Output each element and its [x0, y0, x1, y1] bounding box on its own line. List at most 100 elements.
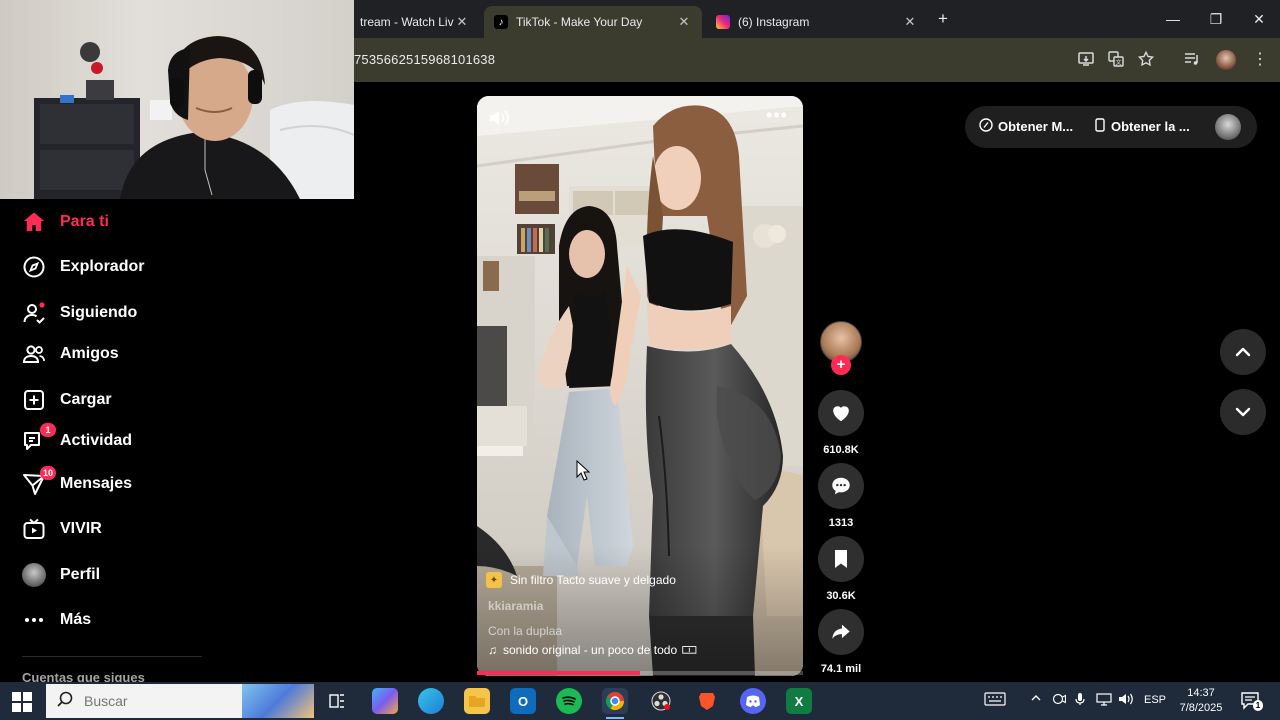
sidebar-item-actividad[interactable]: 1 Actividad: [22, 423, 133, 456]
sidebar-item-mensajes[interactable]: 10 Mensajes: [22, 466, 132, 499]
save-button[interactable]: [818, 536, 864, 582]
excel-icon[interactable]: X: [786, 688, 812, 714]
get-app-label: Obtener la ...: [1111, 119, 1190, 134]
notification-center-icon[interactable]: 1: [1240, 690, 1263, 712]
sidebar-item-para-ti[interactable]: Para ti: [22, 207, 109, 237]
mouse-cursor-icon: [576, 460, 590, 481]
share-button[interactable]: [818, 609, 864, 655]
new-tab-button[interactable]: +: [933, 9, 953, 29]
tab-close-icon[interactable]: ✕: [454, 14, 470, 30]
heart-icon: [833, 406, 849, 422]
tab-title: TikTok - Make Your Day: [516, 15, 643, 29]
brave-icon[interactable]: [694, 688, 720, 714]
tray-expand-icon[interactable]: [1030, 692, 1042, 707]
video-progress-fill: [477, 671, 640, 675]
messages-icon: 10: [22, 466, 56, 496]
volume-tray-icon[interactable]: [1118, 692, 1134, 709]
video-sound[interactable]: ♫ sonido original - un poco de todo 🀱: [488, 643, 698, 657]
chevron-up-icon: [1235, 347, 1251, 357]
tab-title: tream - Watch Live: [360, 15, 454, 29]
sidebar-item-mas[interactable]: Más: [22, 605, 91, 635]
install-app-icon[interactable]: [1076, 50, 1096, 70]
sidebar-divider: [22, 656, 202, 657]
sidebar-item-siguiendo[interactable]: Siguiendo: [22, 298, 137, 328]
sidebar-item-label: Actividad: [60, 432, 133, 449]
obs-icon[interactable]: [648, 688, 674, 714]
video-author[interactable]: kkiaramia: [488, 599, 543, 613]
like-action[interactable]: 610.8K: [818, 390, 864, 456]
live-icon: [22, 517, 46, 541]
sidebar-item-vivir[interactable]: VIVIR: [22, 514, 102, 544]
network-icon[interactable]: [1096, 692, 1112, 709]
restore-button[interactable]: ❐: [1204, 8, 1228, 30]
clock-time: 14:37: [1187, 687, 1215, 699]
webcam-overlay: [0, 0, 354, 199]
share-icon: [832, 624, 850, 639]
translate-icon[interactable]: 文: [1106, 50, 1126, 70]
share-action[interactable]: 74.1 mil: [818, 609, 864, 675]
sidebar-item-label: Explorador: [60, 258, 145, 275]
windows-start-icon[interactable]: [12, 692, 32, 712]
camera-icon[interactable]: [1052, 692, 1067, 709]
compass-icon: [22, 255, 46, 279]
get-coins-button[interactable]: Obtener M...: [979, 118, 1073, 135]
effect-chip[interactable]: ✦ Sin filtro Tacto suave y delgado: [486, 569, 676, 591]
tab-tiktok[interactable]: ♪ TikTok - Make Your Day ✕: [484, 6, 702, 38]
keyboard-icon[interactable]: [984, 692, 1006, 709]
previous-video-button[interactable]: [1220, 329, 1266, 375]
coin-icon: [979, 118, 993, 135]
sidebar-item-label: Más: [60, 611, 92, 628]
bookmark-star-icon[interactable]: [1136, 50, 1156, 70]
comment-action[interactable]: 1313: [818, 463, 864, 529]
close-window-button[interactable]: ✕: [1247, 8, 1271, 30]
taskbar-search-input[interactable]: [84, 693, 244, 709]
webcam-scene: [34, 36, 354, 199]
sound-title: sonido original - un poco de todo: [503, 643, 678, 657]
microphone-icon[interactable]: [1074, 692, 1086, 709]
tab-instagram[interactable]: (6) Instagram ✕: [706, 6, 928, 38]
discord-icon[interactable]: [740, 688, 766, 714]
spotify-icon[interactable]: [556, 688, 582, 714]
address-bar[interactable]: 7535662515968101638: [354, 52, 495, 67]
like-button[interactable]: [818, 390, 864, 436]
copilot-icon[interactable]: [372, 688, 398, 714]
follow-plus-button[interactable]: +: [831, 355, 851, 375]
sidebar-item-perfil[interactable]: Perfil: [22, 560, 100, 590]
sidebar-item-cargar[interactable]: Cargar: [22, 385, 112, 415]
clock-date: 7/8/2025: [1179, 702, 1223, 714]
file-explorer-icon[interactable]: [464, 688, 490, 714]
taskbar-clock[interactable]: 14:37 7/8/2025: [1170, 686, 1232, 716]
sidebar-item-explorador[interactable]: Explorador: [22, 252, 144, 282]
task-view-icon[interactable]: [324, 688, 350, 714]
search-highlight-image[interactable]: [242, 684, 314, 718]
activity-badge: 1: [40, 423, 56, 437]
tab-twitch[interactable]: tream - Watch Live ✕: [350, 6, 480, 38]
save-action[interactable]: 30.6K: [818, 536, 864, 602]
screen: tream - Watch Live ✕ ♪ TikTok - Make You…: [0, 0, 1280, 720]
profile-avatar: [22, 563, 46, 587]
user-avatar[interactable]: [1215, 114, 1241, 140]
comment-button[interactable]: [818, 463, 864, 509]
messages-badge: 10: [39, 466, 56, 480]
tab-close-icon[interactable]: ✕: [676, 14, 692, 30]
edge-icon[interactable]: [418, 688, 444, 714]
video-progress-bar[interactable]: [477, 671, 803, 675]
upload-icon: [22, 388, 46, 412]
language-indicator[interactable]: ESP: [1144, 694, 1166, 706]
chrome-icon[interactable]: [602, 688, 628, 719]
profile-avatar-icon[interactable]: [1216, 50, 1236, 70]
tab-close-icon[interactable]: ✕: [902, 14, 918, 30]
following-icon: [22, 301, 46, 325]
chrome-menu-icon[interactable]: ⋮: [1250, 50, 1270, 70]
more-icon: [22, 608, 46, 632]
video-more-icon[interactable]: •••: [765, 106, 789, 128]
minimize-button[interactable]: —: [1161, 8, 1185, 30]
volume-icon[interactable]: [488, 108, 512, 128]
get-app-button[interactable]: Obtener la ...: [1094, 118, 1190, 135]
effect-label: Sin filtro Tacto suave y delgado: [510, 573, 676, 587]
outlook-icon[interactable]: O: [510, 688, 536, 714]
next-video-button[interactable]: [1220, 389, 1266, 435]
comment-icon: [832, 477, 850, 495]
media-control-icon[interactable]: [1182, 50, 1202, 70]
sidebar-item-amigos[interactable]: Amigos: [22, 339, 119, 369]
